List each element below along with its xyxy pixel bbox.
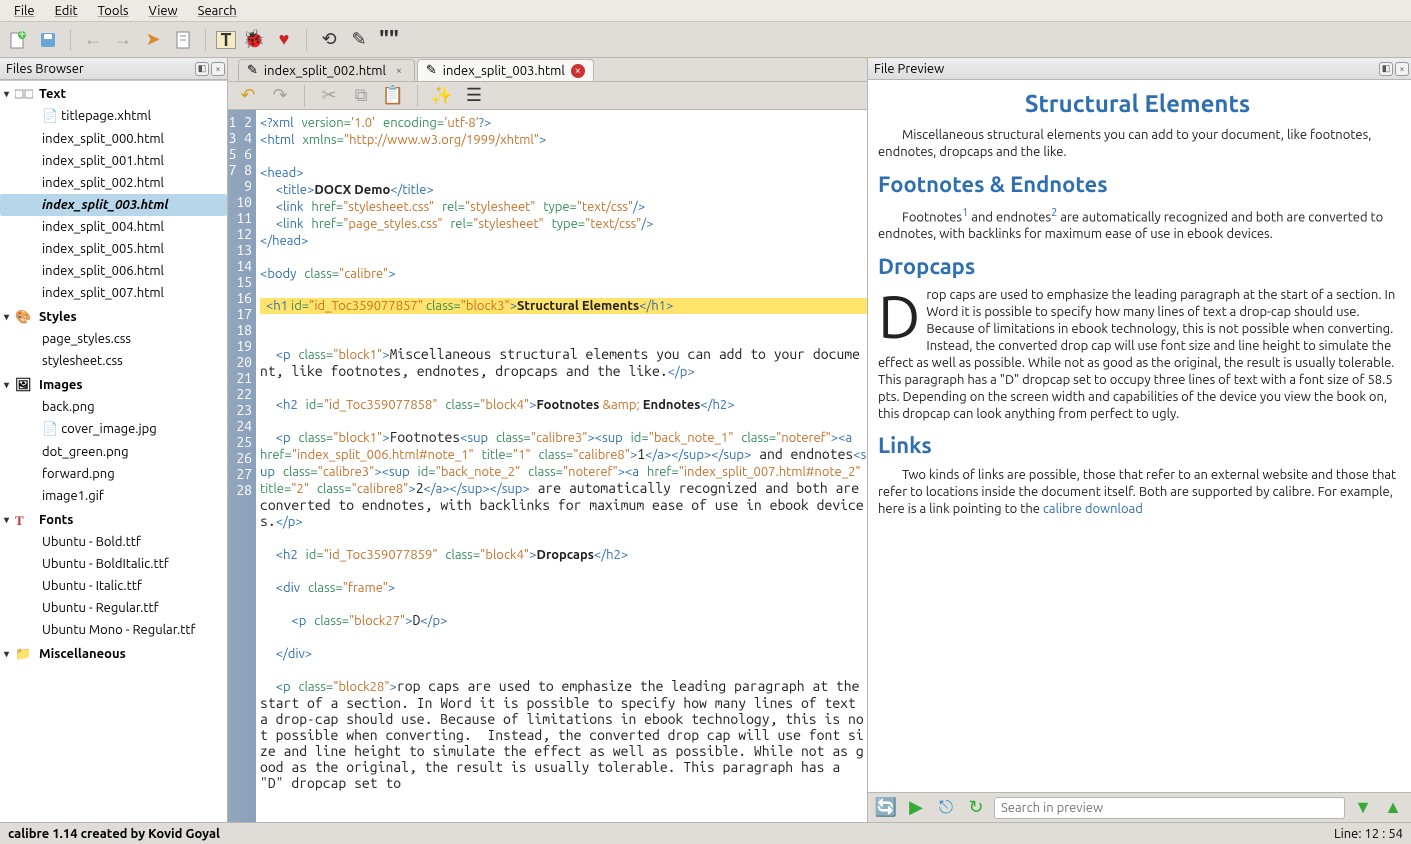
menu-file[interactable]: File	[4, 2, 45, 20]
cut-icon[interactable]: ✂	[317, 84, 341, 108]
reload-icon[interactable]: ↻	[964, 796, 988, 820]
search-prev-icon[interactable]: ▲	[1381, 796, 1405, 820]
tree-item[interactable]: image1.gif	[0, 485, 227, 507]
code-editor[interactable]: 1 2 3 4 5 6 7 8 9 10 11 12 13 14 15 16 1…	[228, 110, 867, 822]
save-icon[interactable]	[36, 28, 60, 52]
files-browser-title: Files Browser ◧×	[0, 58, 227, 80]
dock-close-icon[interactable]: ×	[1395, 62, 1409, 76]
tree-item[interactable]: stylesheet.css	[0, 350, 227, 372]
bug-icon[interactable]: 🐞	[242, 28, 266, 52]
tag-icon[interactable]: ✎	[347, 28, 371, 52]
preview-p: Miscellaneous structural elements you ca…	[878, 127, 1397, 161]
menu-edit[interactable]: Edit	[45, 2, 88, 20]
tab-file[interactable]: ✎ index_split_002.html×	[238, 59, 415, 81]
tree-item[interactable]: index_split_002.html	[0, 172, 227, 194]
list-icon[interactable]: ☰	[462, 84, 486, 108]
main-toolbar: + ← → ➤ T 🐞 ♥ ⟲ ✎ ""	[0, 22, 1411, 58]
tree-item-selected[interactable]: index_split_003.html	[0, 194, 227, 216]
dock-float-icon[interactable]: ◧	[195, 62, 209, 76]
preview-toolbar: 🔄 ▶ ⎋ ↻ ▼ ▲	[868, 792, 1411, 822]
tree-item[interactable]: back.png	[0, 396, 227, 418]
toc-icon[interactable]	[171, 28, 195, 52]
text-tool-icon[interactable]: T	[216, 31, 236, 49]
menu-search[interactable]: Search	[188, 2, 247, 20]
file-preview-title: File Preview ◧×	[868, 58, 1411, 80]
split-icon[interactable]: ⎋	[934, 796, 958, 820]
rotate-icon[interactable]: ⟲	[317, 28, 341, 52]
tree-section-styles[interactable]: ▾🎨Styles	[0, 304, 227, 328]
tree-item[interactable]: 📄 cover_image.jpg	[0, 418, 227, 441]
menu-view[interactable]: View	[139, 2, 188, 20]
tree-item[interactable]: index_split_001.html	[0, 150, 227, 172]
dock-float-icon[interactable]: ◧	[1379, 62, 1393, 76]
tree-item[interactable]: dot_green.png	[0, 441, 227, 463]
heart-icon[interactable]: ♥	[272, 28, 296, 52]
play-icon[interactable]: ▶	[904, 796, 928, 820]
tree-section-text[interactable]: ▾Text	[0, 81, 227, 105]
tree-section-fonts[interactable]: ▾TFonts	[0, 507, 227, 531]
tree-section-misc[interactable]: ▾📁Miscellaneous	[0, 641, 227, 665]
preview-h2: Links	[878, 432, 1397, 461]
preview-pane[interactable]: Structural Elements Miscellaneous struct…	[868, 80, 1411, 792]
forward-icon[interactable]: →	[111, 28, 135, 52]
tree-item[interactable]: index_split_000.html	[0, 128, 227, 150]
status-left: calibre 1.14 created by Kovid Goyal	[8, 827, 220, 841]
cursor-icon[interactable]: ➤	[141, 28, 165, 52]
tree-item[interactable]: index_split_005.html	[0, 238, 227, 260]
refresh-icon[interactable]: 🔄	[874, 796, 898, 820]
editor-tabs: ✎ index_split_002.html× ✎ index_split_00…	[228, 58, 867, 82]
preview-h2: Dropcaps	[878, 253, 1397, 282]
new-file-icon[interactable]: +	[6, 28, 30, 52]
preview-p: Footnotes1 and endnotes2 are automatical…	[878, 206, 1397, 243]
undo-icon[interactable]: ↶	[236, 84, 260, 108]
line-gutter: 1 2 3 4 5 6 7 8 9 10 11 12 13 14 15 16 1…	[228, 110, 256, 822]
quote-icon[interactable]: ""	[377, 28, 401, 52]
tree-item[interactable]: 📄 titlepage.xhtml	[0, 105, 227, 128]
files-tree[interactable]: ▾Text 📄 titlepage.xhtml index_split_000.…	[0, 80, 227, 822]
preview-search-input[interactable]	[994, 797, 1345, 819]
tab-close-icon[interactable]: ×	[571, 64, 585, 78]
status-bar: calibre 1.14 created by Kovid Goyal Line…	[0, 822, 1411, 844]
preview-h1: Structural Elements	[878, 88, 1397, 119]
paste-icon[interactable]: 📋	[381, 84, 405, 108]
menu-tools[interactable]: Tools	[88, 2, 139, 20]
tree-item[interactable]: index_split_007.html	[0, 282, 227, 304]
preview-p: Drop caps are used to emphasize the lead…	[878, 287, 1397, 422]
tree-item[interactable]: Ubuntu Mono - Regular.ttf	[0, 619, 227, 641]
tree-item[interactable]: forward.png	[0, 463, 227, 485]
svg-text:+: +	[18, 31, 25, 41]
redo-icon[interactable]: ↷	[268, 84, 292, 108]
tree-item[interactable]: Ubuntu - Italic.ttf	[0, 575, 227, 597]
tree-item[interactable]: Ubuntu - Regular.ttf	[0, 597, 227, 619]
back-icon[interactable]: ←	[81, 28, 105, 52]
code-area[interactable]: <?xml version='1.0' encoding='utf-8'?> <…	[256, 110, 867, 822]
copy-icon[interactable]: ⧉	[349, 84, 373, 108]
menu-bar: File Edit Tools View Search	[0, 0, 1411, 22]
tree-item[interactable]: Ubuntu - BoldItalic.ttf	[0, 553, 227, 575]
preview-p: Two kinds of links are possible, those t…	[878, 467, 1397, 518]
tree-item[interactable]: index_split_004.html	[0, 216, 227, 238]
status-cursor: Line: 12 : 54	[1334, 827, 1403, 841]
tree-item[interactable]: page_styles.css	[0, 328, 227, 350]
preview-link[interactable]: calibre download	[1043, 502, 1143, 516]
preview-h2: Footnotes & Endnotes	[878, 171, 1397, 200]
editor-toolbar: ↶ ↷ ✂ ⧉ 📋 ✨ ☰	[228, 82, 867, 110]
search-next-icon[interactable]: ▼	[1351, 796, 1375, 820]
tree-section-images[interactable]: ▾🖼Images	[0, 372, 227, 396]
tab-close-icon[interactable]: ×	[392, 64, 406, 78]
tree-item[interactable]: Ubuntu - Bold.ttf	[0, 531, 227, 553]
wand-icon[interactable]: ✨	[430, 84, 454, 108]
tab-file-active[interactable]: ✎ index_split_003.html×	[417, 59, 594, 81]
dock-close-icon[interactable]: ×	[211, 62, 225, 76]
tree-item[interactable]: index_split_006.html	[0, 260, 227, 282]
